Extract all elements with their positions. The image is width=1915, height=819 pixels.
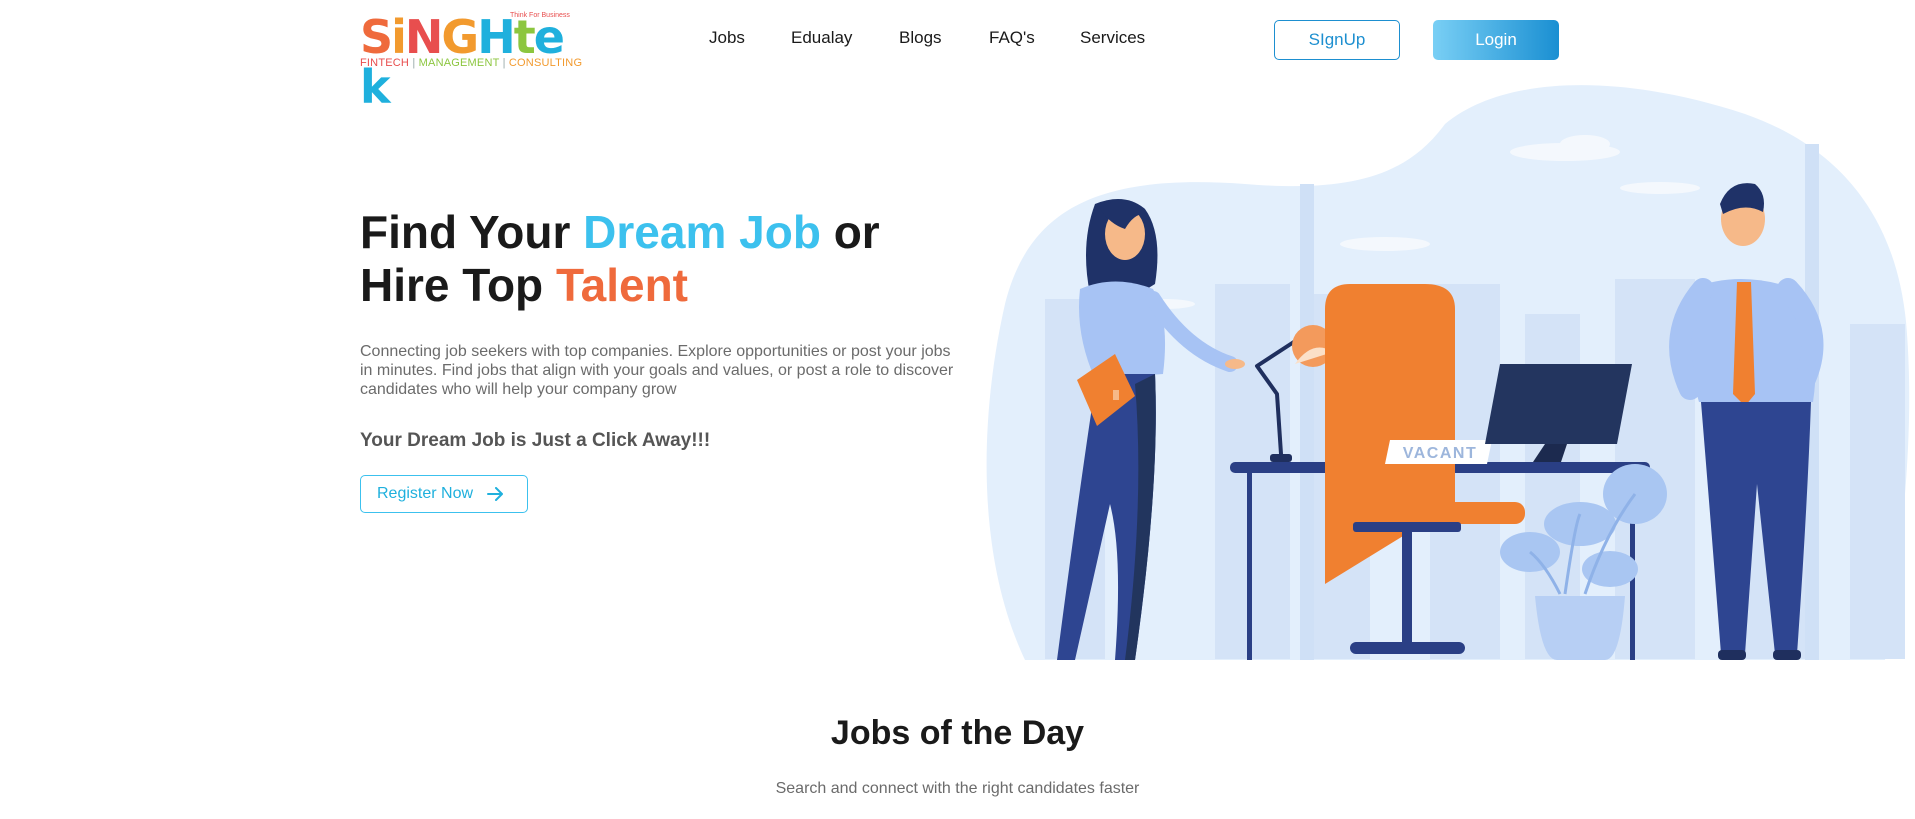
- logo-slogan: Think For Business: [510, 12, 570, 19]
- chair-seat: [1325, 502, 1525, 524]
- cloud: [1620, 182, 1700, 194]
- nav-item-edualay[interactable]: Edualay: [791, 28, 852, 48]
- hiring-office-illustration: VACANT: [986, 85, 1910, 660]
- logo-tagline: FINTECH | MANAGEMENT | CONSULTING: [360, 57, 582, 69]
- logo-tag-management: MANAGEMENT: [418, 57, 500, 69]
- logo-letter: S: [360, 10, 393, 64]
- hero-title-part2: or: [820, 206, 880, 258]
- hero-title-highlight-talent: Talent: [555, 259, 688, 311]
- desk-leg: [1247, 473, 1252, 660]
- nav-item-blogs[interactable]: Blogs: [899, 28, 942, 48]
- nav-item-jobs[interactable]: Jobs: [709, 28, 745, 48]
- register-now-label: Register Now: [377, 485, 474, 502]
- site-header: SiNGHte k Think For Business FINTECH | MA…: [0, 0, 1915, 112]
- vacant-sign-text: VACANT: [1403, 445, 1477, 462]
- hero-description: Connecting job seekers with top companie…: [360, 343, 954, 398]
- logo-letter: H: [477, 10, 515, 64]
- chair-stem: [1402, 532, 1412, 644]
- logo-tag-separator: |: [412, 57, 416, 69]
- jobs-of-the-day-title: Jobs of the Day: [830, 714, 1085, 752]
- hero-title-part1: Find Your: [360, 206, 584, 258]
- logo-tag-separator: |: [502, 57, 506, 69]
- nav-item-services[interactable]: Services: [1080, 28, 1145, 48]
- signup-button[interactable]: SIgnUp: [1274, 20, 1400, 60]
- logo-letter: e: [533, 10, 565, 64]
- cloud: [1560, 135, 1610, 153]
- singhtek-logo[interactable]: SiNGHte k Think For Business FINTECH | MA…: [360, 10, 582, 112]
- logo-letter: G: [441, 10, 479, 64]
- register-now-button[interactable]: Register Now: [360, 475, 528, 513]
- hero-title: Find Your Dream Job or Hire Top Talent: [360, 206, 980, 312]
- chair-foot: [1350, 642, 1465, 654]
- logo-tag-fintech: FINTECH: [360, 57, 410, 69]
- logo-letter: k: [360, 60, 391, 114]
- jobs-of-the-day-subtitle: Search and connect with the right candid…: [775, 780, 1140, 797]
- logo-letter: N: [404, 10, 443, 64]
- arrow-right-icon: [487, 487, 504, 501]
- logo-letter: i: [391, 10, 407, 64]
- window-frame: [1300, 184, 1314, 660]
- hero-subheading: Your Dream Job is Just a Click Away!!!: [360, 430, 711, 451]
- logo-letter: t: [513, 10, 536, 64]
- cloud: [1340, 237, 1430, 251]
- monitor-screen: [1485, 364, 1632, 444]
- nav-item-faqs[interactable]: FAQ's: [989, 28, 1035, 48]
- hero-title-part3: Hire Top: [360, 259, 556, 311]
- hero-title-highlight-dream-job: Dream Job: [583, 206, 821, 258]
- logo-tag-consulting: CONSULTING: [508, 57, 583, 69]
- login-button[interactable]: Login: [1433, 20, 1559, 60]
- chair-base: [1353, 522, 1461, 532]
